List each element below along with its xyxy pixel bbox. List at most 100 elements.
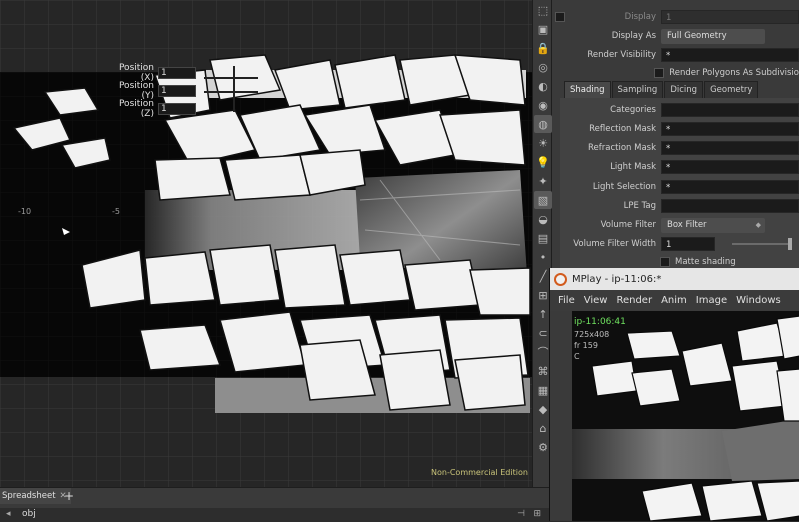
volume-filter-width-slider[interactable] [732, 238, 792, 250]
axis-tick: -5 [112, 207, 120, 216]
select-icon[interactable]: ⬚ [534, 1, 552, 19]
camera-icon[interactable]: ◉ [534, 96, 552, 114]
pin-icon[interactable]: ⊣ [517, 509, 525, 519]
refraction-mask-label: Refraction Mask [588, 143, 656, 153]
eye-icon[interactable]: ◒ [534, 210, 552, 228]
display-as-dropdown[interactable]: Full Geometry [661, 28, 765, 44]
slider-handle[interactable] [788, 238, 792, 250]
volume-filter-dropdown[interactable]: Box Filter ◆ [661, 217, 765, 233]
display-icon[interactable]: ▣ [534, 20, 552, 38]
axis-tick: -10 [18, 207, 31, 216]
display-checkbox[interactable] [554, 12, 565, 22]
light-icon[interactable]: ☀ [534, 134, 552, 152]
lock-icon[interactable]: 🔒 [534, 39, 552, 57]
light-mask-label: Light Mask [610, 162, 656, 172]
volume-filter-width-row: Volume Filter Width 1 [552, 235, 799, 253]
menu-anim[interactable]: Anim [661, 295, 687, 306]
render-visibility-field[interactable]: * [661, 48, 799, 62]
render-polygons-checkbox[interactable] [654, 68, 665, 78]
tab-dicing[interactable]: Dicing [664, 81, 704, 98]
mplay-render-image [572, 311, 799, 521]
menu-image[interactable]: Image [696, 295, 727, 306]
mplay-image-name: ip-11:06:41 [574, 317, 626, 327]
mplay-title: MPlay - ip-11:06:* [572, 273, 662, 285]
light-selection-field[interactable]: * [661, 180, 799, 194]
mplay-image-canvas[interactable]: ip-11:06:41 725x408 fr 159 C [572, 311, 799, 521]
lpe-tag-label: LPE Tag [623, 201, 656, 211]
light-selection-label: Light Selection [592, 182, 656, 192]
mplay-window: MPlay - ip-11:06:* File View Render Anim… [549, 268, 799, 521]
viewport-scene: -10 -5 [0, 0, 532, 487]
position-z-input[interactable]: 1 [158, 102, 196, 115]
light-mask-field[interactable]: * [661, 160, 799, 174]
param-tabs: Shading Sampling Dicing Geometry [564, 81, 759, 98]
refraction-mask-field[interactable]: * [661, 141, 799, 155]
tab-spreadsheet[interactable]: Spreadsheet ✕ [0, 488, 71, 504]
mplay-channel: C [574, 352, 580, 361]
categories-row: Categories [552, 101, 799, 119]
network-path-bar: ◂ obj ⊣ ⊞ [0, 508, 549, 522]
bottom-pane: Spreadsheet ✕ + ◂ obj ⊣ ⊞ [0, 487, 549, 522]
ghost-icon[interactable]: ◎ [534, 58, 552, 76]
dropdown-arrow-icon: ◆ [755, 220, 761, 229]
refraction-mask-row: Refraction Mask * [552, 139, 799, 157]
display-field[interactable]: 1 [661, 10, 799, 24]
matte-shading-row: Matte shading [552, 253, 799, 268]
add-tab-icon[interactable]: + [64, 488, 74, 504]
reflection-mask-row: Reflection Mask * [552, 120, 799, 138]
mplay-body: ip-11:06:41 725x408 fr 159 C [550, 311, 799, 521]
point-light-icon[interactable]: ✦ [534, 172, 552, 190]
render-icon[interactable]: ▤ [534, 229, 552, 247]
mplay-menubar: File View Render Anim Image Windows [550, 290, 799, 311]
mplay-resolution: 725x408 [574, 330, 610, 339]
render-visibility-row: Render Visibility * [552, 46, 799, 64]
lpe-tag-field[interactable] [661, 199, 799, 213]
tab-sampling[interactable]: Sampling [611, 81, 664, 98]
back-arrow-icon[interactable]: ◂ [6, 509, 11, 519]
mplay-titlebar[interactable]: MPlay - ip-11:06:* [550, 268, 799, 290]
position-x-row: Position (X) 1 [104, 63, 196, 83]
tab-shading[interactable]: Shading [564, 81, 611, 98]
lpe-tag-row: LPE Tag [552, 197, 799, 215]
path-obj[interactable]: obj [22, 509, 36, 519]
categories-field[interactable] [661, 103, 799, 117]
dot-icon[interactable]: • [534, 248, 552, 266]
display-as-row: Display As Full Geometry [552, 27, 799, 45]
position-y-label: Position (Y) [118, 80, 154, 101]
position-x-input[interactable]: 1 [158, 66, 196, 79]
link-icon[interactable]: ⊞ [533, 509, 541, 519]
tab-geometry[interactable]: Geometry [704, 81, 759, 98]
position-y-row: Position (Y) 1 [104, 81, 196, 101]
reflection-mask-field[interactable]: * [661, 122, 799, 136]
snap-icon[interactable]: ◐ [534, 77, 552, 95]
position-z-row: Position (Z) 1 [104, 99, 196, 119]
houdini-logo-icon [554, 272, 567, 286]
menu-windows[interactable]: Windows [736, 295, 781, 306]
volume-filter-width-field[interactable]: 1 [661, 237, 715, 251]
bulb-icon[interactable]: 💡 [534, 153, 552, 171]
view-icon[interactable]: ▧ [534, 191, 552, 209]
menu-view[interactable]: View [584, 295, 608, 306]
render-visibility-label: Render Visibility [587, 50, 656, 60]
render-polygons-label: Render Polygons As Subdivisio [669, 68, 799, 78]
display-as-label: Display As [611, 31, 656, 41]
render-polygons-row: Render Polygons As Subdivisio [552, 64, 799, 82]
light-mask-row: Light Mask * [552, 158, 799, 176]
scene-viewport[interactable]: -10 -5 Position (X) 1 Position (Y) 1 Pos… [0, 0, 532, 487]
mplay-toolstrip [550, 311, 572, 521]
shading-icon[interactable]: ◍ [534, 115, 552, 133]
categories-label: Categories [610, 105, 656, 115]
light-selection-row: Light Selection * [552, 178, 799, 196]
menu-render[interactable]: Render [616, 295, 652, 306]
matte-shading-label: Matte shading [675, 257, 736, 267]
position-y-input[interactable]: 1 [158, 84, 196, 97]
volume-filter-width-label: Volume Filter Width [573, 239, 656, 249]
matte-shading-checkbox[interactable] [660, 257, 670, 267]
parameter-panel: Display 1 Display As Full Geometry Rende… [552, 0, 799, 268]
display-label: Display [624, 12, 656, 22]
display-row: Display 1 [552, 8, 799, 26]
position-x-label: Position (X) [118, 62, 154, 83]
reflection-mask-label: Reflection Mask [589, 124, 656, 134]
menu-file[interactable]: File [558, 295, 575, 306]
volume-filter-label: Volume Filter [600, 220, 656, 230]
